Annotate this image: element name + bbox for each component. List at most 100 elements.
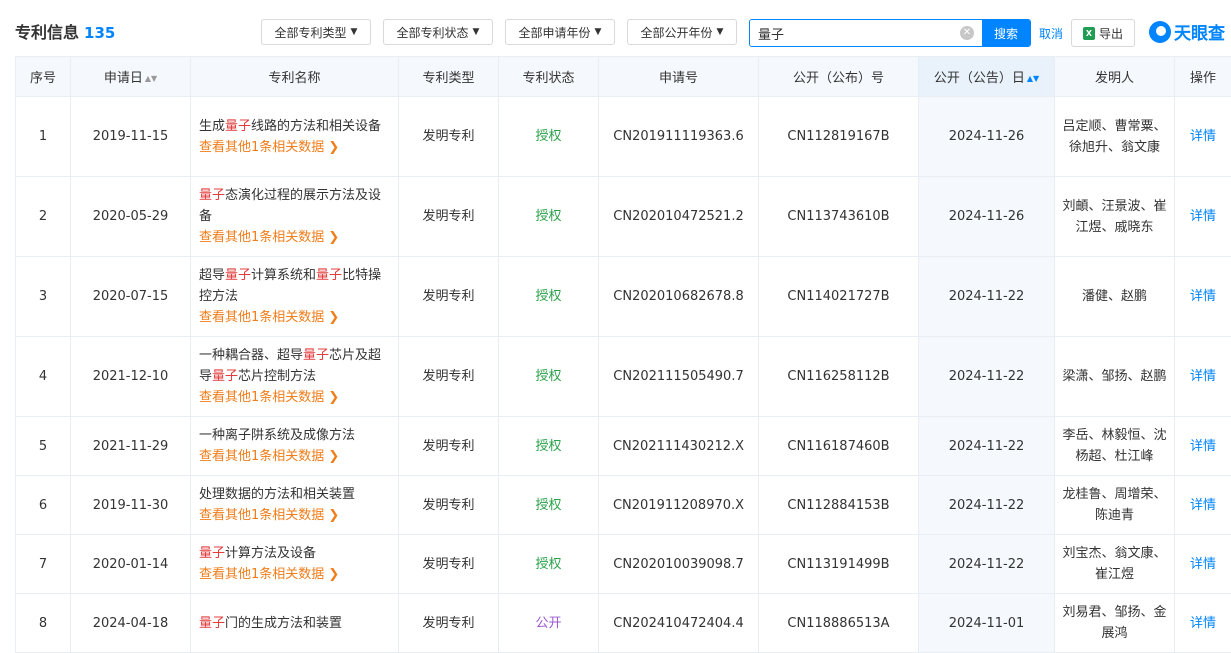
detail-link[interactable]: 详情 <box>1190 209 1216 224</box>
cell-actions: 详情 <box>1174 534 1231 594</box>
search-box: ✕ 搜索 <box>749 19 1031 47</box>
patent-status-filter[interactable]: 全部专利状态 ▼ <box>383 19 493 45</box>
status-badge: 授权 <box>535 556 562 572</box>
cell-patent-type: 发明专利 <box>398 534 499 594</box>
filter-label: 全部公开年份 <box>640 25 713 40</box>
cell-inventors: 刘頔、汪景波、崔江煜、戚晓东 <box>1054 176 1175 257</box>
patent-name[interactable]: 量子计算方法及设备 <box>199 543 390 564</box>
table-row: 3 2020-07-15 超导量子计算系统和量子比特操控方法 查看其他1条相关数据 ❯… <box>15 256 1231 337</box>
application-number: CN202010682678.8 <box>613 289 744 304</box>
search-button[interactable]: 搜索 <box>982 20 1030 46</box>
name-segment: 生成 <box>199 118 226 134</box>
header-label: 公开（公告）日 <box>933 71 1025 86</box>
patent-name[interactable]: 超导量子计算系统和量子比特操控方法 <box>199 265 390 307</box>
patent-name[interactable]: 一种耦合器、超导量子芯片及超导量子芯片控制方法 <box>199 345 390 387</box>
publication-date: 2024-11-26 <box>948 209 1025 224</box>
cell-patent-status: 授权 <box>498 416 599 476</box>
cell-patent-type: 发明专利 <box>398 593 499 653</box>
name-segment: 线路的方法和相关设备 <box>251 118 382 134</box>
publication-date: 2024-11-22 <box>948 556 1025 572</box>
more-related-data-link[interactable]: 查看其他1条相关数据 ❯ <box>199 227 390 248</box>
col-header-application-date[interactable]: 申请日 ▲▼ <box>70 56 191 97</box>
cell-application-number: CN202111505490.7 <box>598 336 759 417</box>
cell-patent-name: 量子态演化过程的展示方法及设备 查看其他1条相关数据 ❯ <box>190 176 399 257</box>
table-row: 2 2020-05-29 量子态演化过程的展示方法及设备 查看其他1条相关数据 ❯ 发明… <box>15 176 1231 257</box>
row-index: 5 <box>38 438 48 454</box>
table-row: 4 2021-12-10 一种耦合器、超导量子芯片及超导量子芯片控制方法 查看其他1条… <box>15 336 1231 417</box>
patent-name[interactable]: 处理数据的方法和相关装置 <box>199 484 390 505</box>
publication-date: 2024-11-26 <box>948 129 1025 144</box>
publication-date: 2024-11-01 <box>948 615 1025 631</box>
cell-patent-name: 生成量子线路的方法和相关设备 查看其他1条相关数据 ❯ <box>190 96 399 177</box>
table-row: 7 2020-01-14 量子计算方法及设备 查看其他1条相关数据 ❯ 发明专利 授权 CN… <box>15 534 1231 594</box>
publication-year-filter[interactable]: 全部公开年份 ▼ <box>627 19 737 45</box>
cell-patent-type: 发明专利 <box>398 416 499 476</box>
more-related-data-link[interactable]: 查看其他1条相关数据 ❯ <box>199 307 390 328</box>
name-segment: 超导 <box>199 268 226 283</box>
detail-link[interactable]: 详情 <box>1190 439 1216 454</box>
cell-index: 7 <box>15 534 71 594</box>
cell-patent-name: 量子门的生成方法和装置 <box>190 593 399 653</box>
cell-actions: 详情 <box>1174 416 1231 476</box>
patent-type: 发明专利 <box>422 369 475 384</box>
cell-patent-status: 公开 <box>498 593 599 653</box>
patent-name[interactable]: 量子态演化过程的展示方法及设备 <box>199 185 390 227</box>
export-button[interactable]: X 导出 <box>1071 19 1135 47</box>
application-number: CN201911208970.X <box>612 497 745 513</box>
toolbar: 专利信息 135 全部专利类型 ▼ 全部专利状态 ▼ 全部申请年份 ▼ 全部公开年份 ▼ … <box>0 0 1231 56</box>
result-count: 135 <box>84 24 116 42</box>
application-year-filter[interactable]: 全部申请年份 ▼ <box>505 19 615 45</box>
application-date: 2019-11-15 <box>92 129 169 144</box>
patent-name[interactable]: 生成量子线路的方法和相关设备 <box>199 116 390 137</box>
name-segment: 计算方法及设备 <box>225 546 317 561</box>
patent-name[interactable]: 量子门的生成方法和装置 <box>199 613 390 634</box>
keyword-highlight: 量子 <box>303 348 330 363</box>
cell-index: 5 <box>15 416 71 476</box>
detail-link[interactable]: 详情 <box>1190 369 1216 384</box>
application-number: CN202010039098.7 <box>613 556 744 572</box>
detail-link[interactable]: 详情 <box>1190 616 1216 631</box>
patent-type: 发明专利 <box>422 615 475 631</box>
col-header-application-number: 申请号 <box>598 56 759 97</box>
publication-number: CN112884153B <box>787 497 890 513</box>
keyword-highlight: 量子 <box>199 546 226 561</box>
filter-label: 全部专利状态 <box>396 25 469 40</box>
cell-index: 3 <box>15 256 71 337</box>
application-date: 2019-11-30 <box>92 497 169 513</box>
name-segment: 芯片控制方法 <box>238 369 317 384</box>
row-index: 8 <box>38 615 48 631</box>
cell-inventors: 刘易君、邹扬、金展鸿 <box>1054 593 1175 653</box>
more-related-data-link[interactable]: 查看其他1条相关数据 ❯ <box>199 505 390 526</box>
col-header-publication-number: 公开（公布）号 <box>758 56 919 97</box>
publication-number: CN114021727B <box>787 289 890 304</box>
cell-index: 1 <box>15 96 71 177</box>
name-segment: 计算系统和 <box>251 268 317 283</box>
detail-link[interactable]: 详情 <box>1190 498 1216 513</box>
cell-publication-date: 2024-11-22 <box>918 256 1055 337</box>
cell-application-date: 2020-01-14 <box>70 534 191 594</box>
detail-link[interactable]: 详情 <box>1190 557 1216 572</box>
patent-name[interactable]: 一种离子阱系统及成像方法 <box>199 425 390 446</box>
cell-actions: 详情 <box>1174 593 1231 653</box>
cell-patent-name: 量子计算方法及设备 查看其他1条相关数据 ❯ <box>190 534 399 594</box>
more-related-data-link[interactable]: 查看其他1条相关数据 ❯ <box>199 446 390 467</box>
cell-publication-number: CN112884153B <box>758 475 919 535</box>
clear-icon[interactable]: ✕ <box>960 26 974 40</box>
publication-number: CN118886513A <box>787 615 890 631</box>
caret-down-icon: ▼ <box>350 27 358 37</box>
detail-link[interactable]: 详情 <box>1190 289 1216 304</box>
search-input[interactable] <box>750 20 960 46</box>
cancel-link[interactable]: 取消 <box>1039 25 1063 42</box>
patent-type-filter[interactable]: 全部专利类型 ▼ <box>261 19 371 45</box>
brand-name: 天眼查 <box>1174 24 1225 44</box>
col-header-publication-date[interactable]: 公开（公告）日 ▲▼ <box>918 56 1055 97</box>
detail-link[interactable]: 详情 <box>1190 129 1216 144</box>
cell-application-number: CN202410472404.4 <box>598 593 759 653</box>
cell-patent-name: 一种离子阱系统及成像方法 查看其他1条相关数据 ❯ <box>190 416 399 476</box>
more-related-data-link[interactable]: 查看其他1条相关数据 ❯ <box>199 137 390 158</box>
more-related-data-link[interactable]: 查看其他1条相关数据 ❯ <box>199 387 390 408</box>
row-index: 6 <box>38 497 48 513</box>
more-related-data-link[interactable]: 查看其他1条相关数据 ❯ <box>199 564 390 585</box>
cell-application-date: 2020-05-29 <box>70 176 191 257</box>
cell-actions: 详情 <box>1174 96 1231 177</box>
